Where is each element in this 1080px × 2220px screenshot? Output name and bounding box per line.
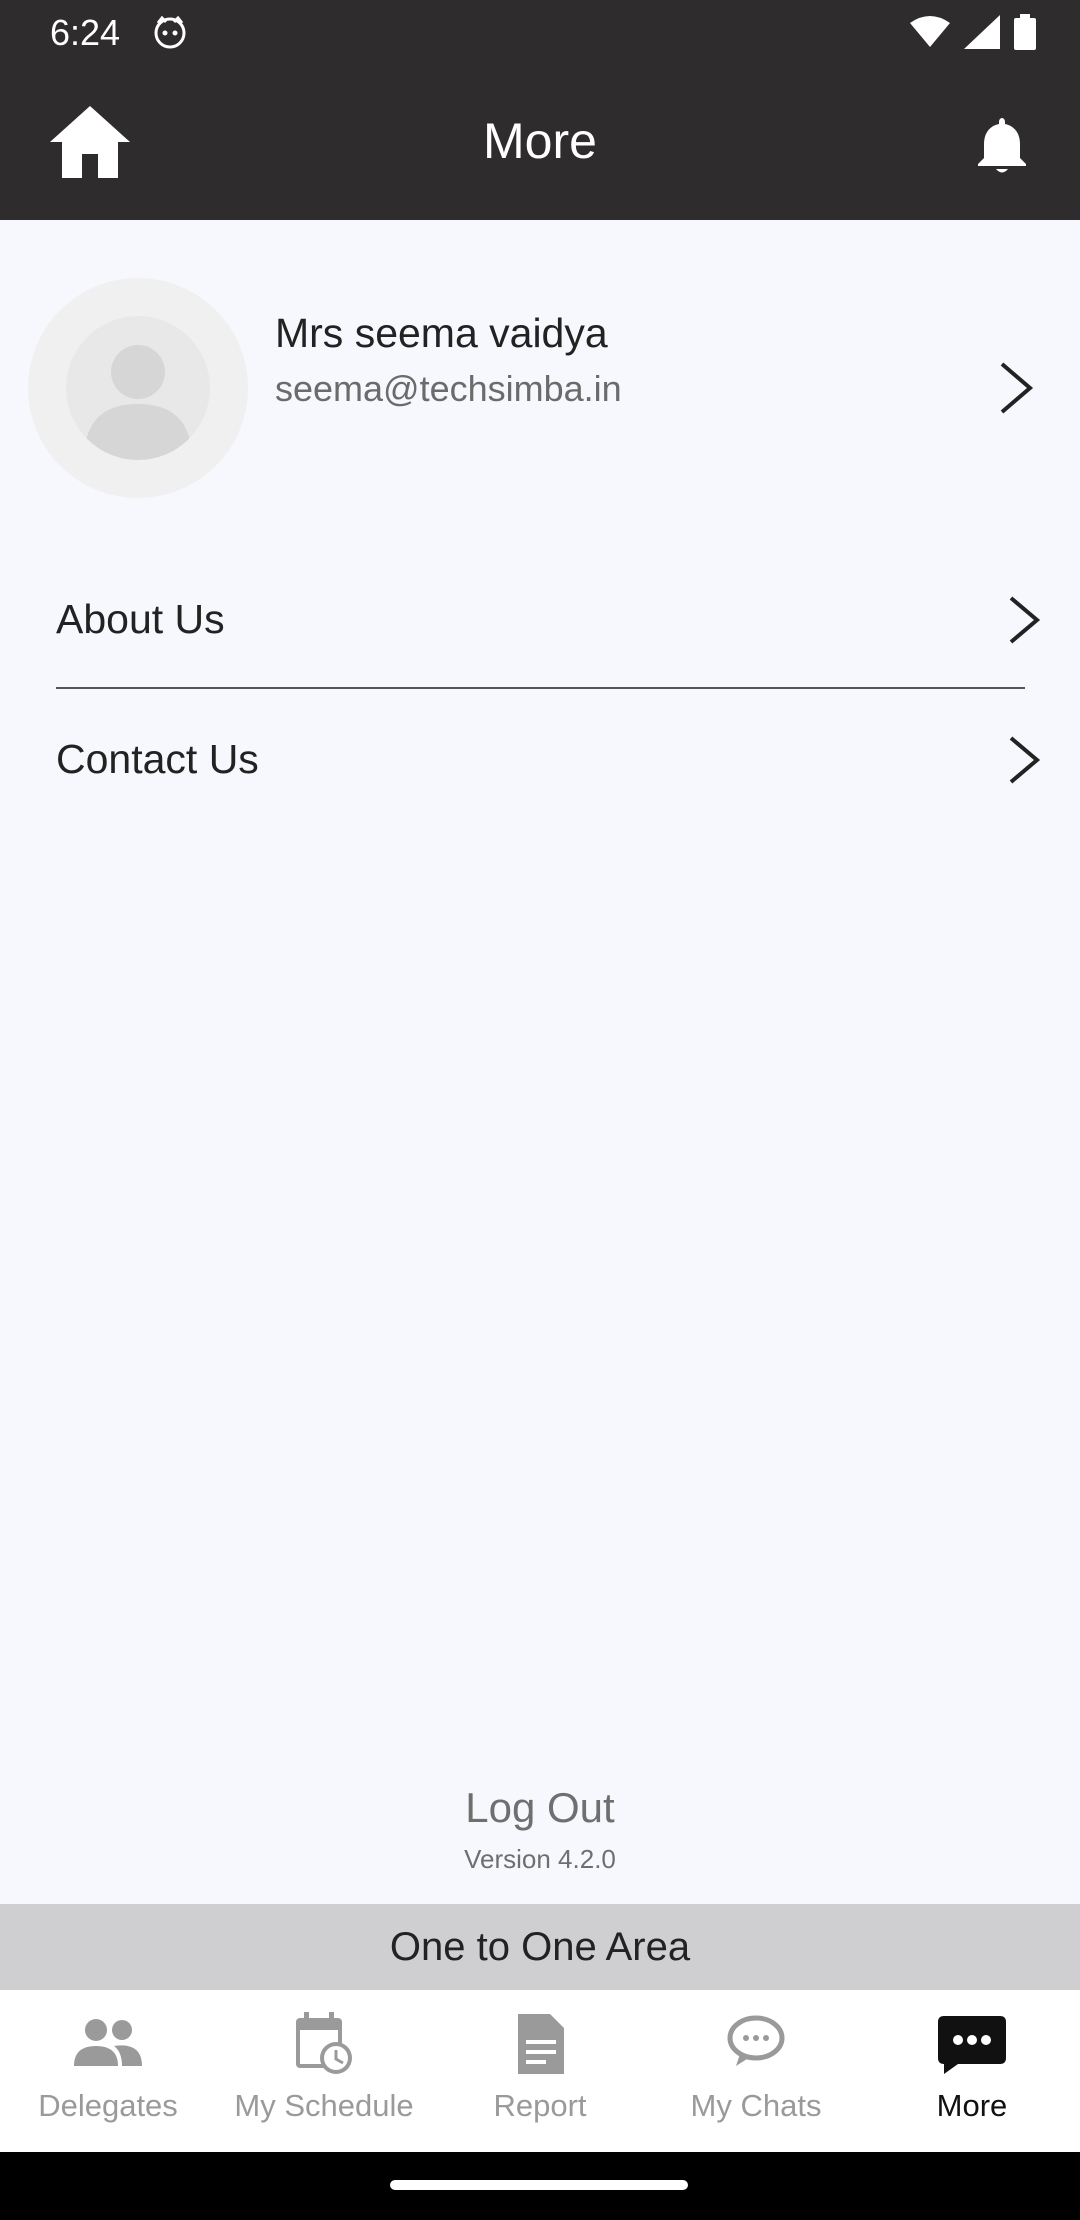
page-title: More [483,113,597,169]
nav-item-my-schedule[interactable]: My Schedule [216,1990,432,2152]
one-to-one-area-button[interactable]: One to One Area [0,1904,1080,1990]
menu-item-label: About Us [56,596,225,642]
menu-item-contact-us[interactable]: Contact Us [56,700,1041,820]
nav-item-delegates[interactable]: Delegates [0,1990,216,2152]
home-gesture-handle[interactable] [390,2180,688,2190]
profile-email: seema@techsimba.in [275,368,622,409]
profile-row[interactable]: Mrs seema vaidya seema@techsimba.in [0,270,1080,500]
divider [56,687,1025,689]
document-icon [518,2014,564,2074]
more-chat-icon [938,2016,1006,2074]
calendar-clock-icon [296,2012,352,2074]
version-label: Version 4.2.0 [464,1844,616,1874]
avatar [28,278,248,498]
gesture-bar [0,2152,1080,2220]
menu-item-label: Contact Us [56,736,259,782]
chevron-right-icon [1009,596,1041,644]
avatar-placeholder-icon [66,316,210,460]
nav-label: More [936,2088,1008,2123]
status-bar: 6:24 [0,0,1080,64]
chevron-right-icon [1000,362,1034,414]
nav-label: My Chats [690,2088,822,2123]
logout-button[interactable]: Log Out [0,1784,1080,1832]
battery-icon [1014,14,1036,50]
wifi-icon [910,16,950,47]
chevron-right-icon [1009,736,1041,784]
app-bar: More [0,64,1080,220]
nav-item-my-chats[interactable]: My Chats [648,1990,864,2152]
cat-notification-icon [154,15,186,49]
nav-label: Delegates [38,2088,178,2123]
signal-icon [964,15,1000,49]
nav-label: My Schedule [234,2088,414,2123]
chat-bubble-icon [727,2015,785,2066]
people-icon [74,2019,142,2066]
menu-item-about-us[interactable]: About Us [56,560,1041,680]
nav-label: Report [493,2088,587,2123]
nav-item-report[interactable]: Report [432,1990,648,2152]
nav-item-more[interactable]: More [864,1990,1080,2152]
profile-name: Mrs seema vaidya [275,310,608,356]
bell-icon[interactable] [974,114,1030,176]
bottom-nav: Delegates My Schedule Report My Chats Mo… [0,1990,1080,2152]
status-time: 6:24 [50,12,121,53]
